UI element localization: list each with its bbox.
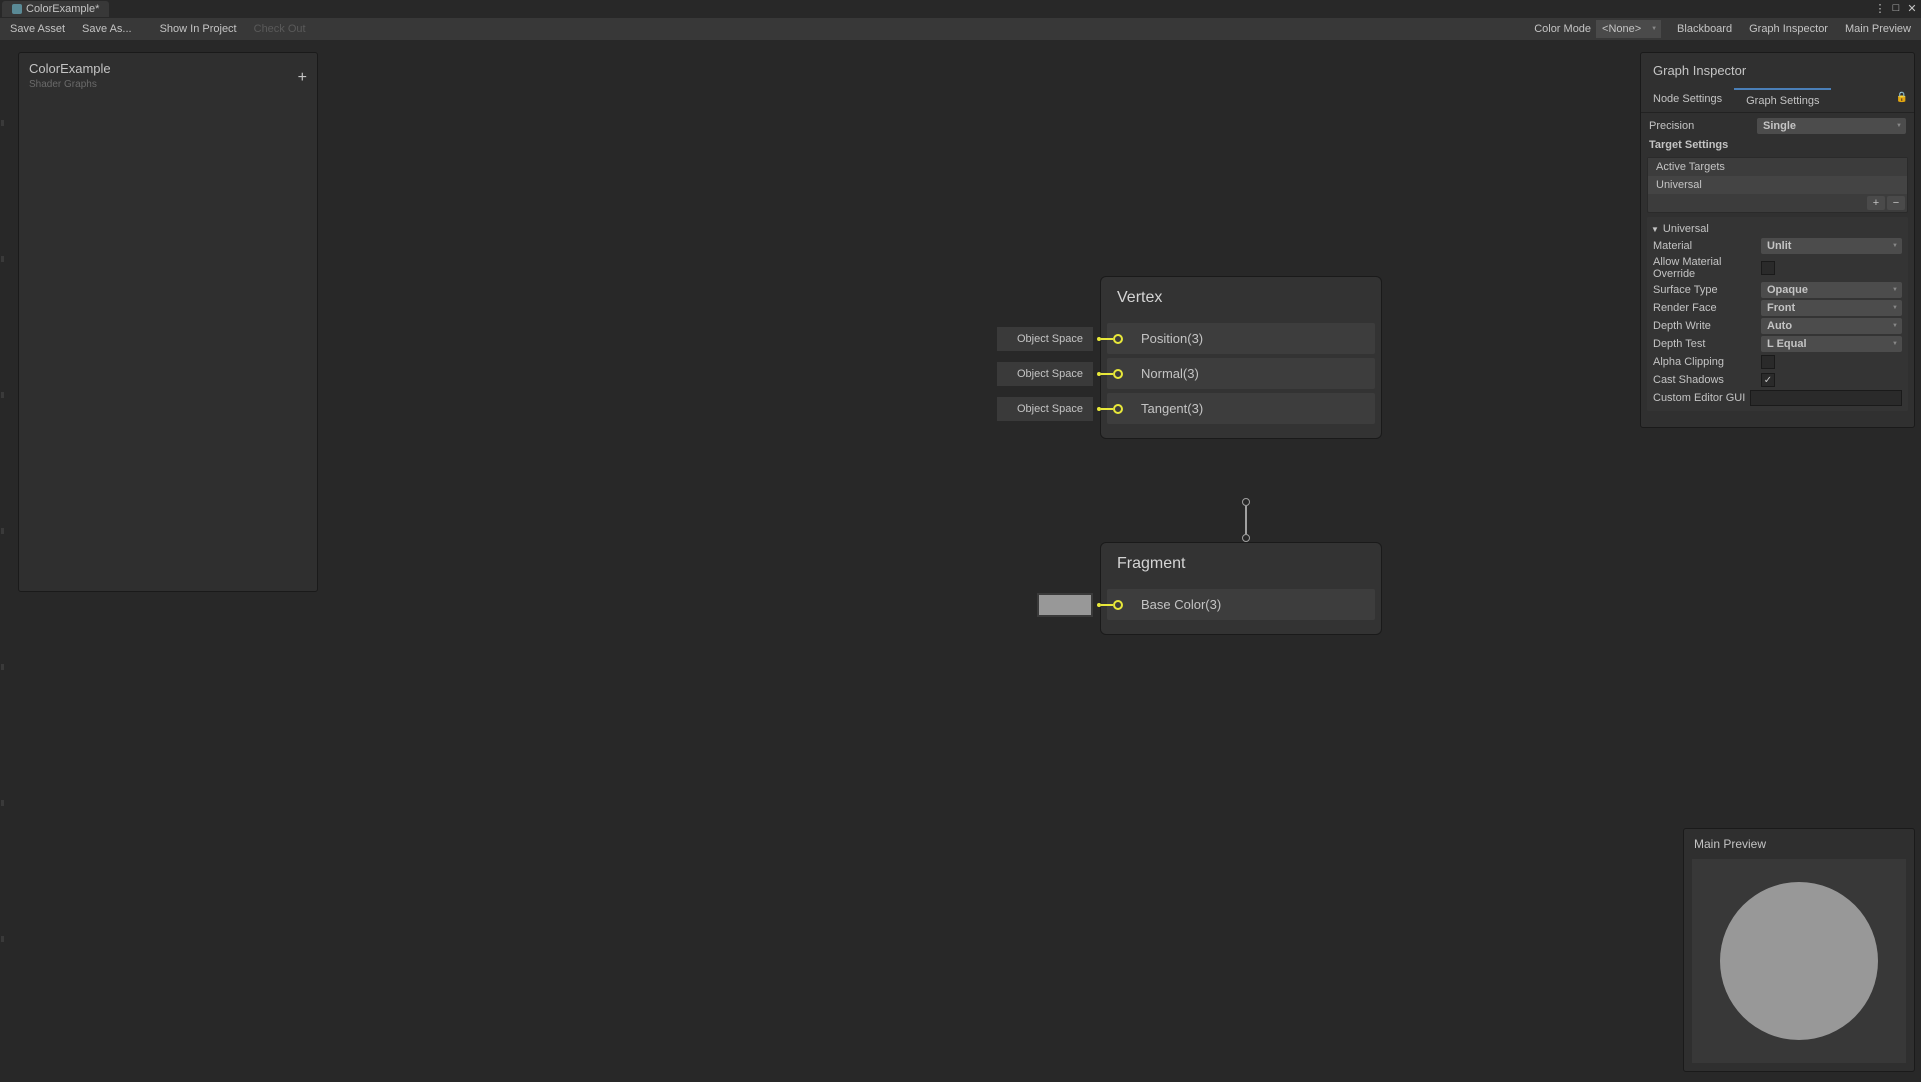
render-face-dropdown[interactable]: Front (1761, 300, 1902, 316)
color-swatch-input[interactable] (1037, 593, 1093, 617)
active-targets-label: Active Targets (1648, 158, 1907, 176)
preview-title: Main Preview (1684, 829, 1914, 859)
precision-label: Precision (1649, 120, 1757, 132)
port-line-icon (1101, 604, 1113, 606)
graph-inspector-panel[interactable]: Graph Inspector Node Settings Graph Sett… (1640, 52, 1915, 428)
node-title: Vertex (1101, 277, 1381, 319)
tab-bar: ColorExample* ⋮ □ ✕ (0, 0, 1921, 18)
connector-circle-icon (1242, 498, 1250, 506)
render-face-label: Render Face (1653, 302, 1761, 314)
universal-foldout: ▼ Universal Material Unlit Allow Materia… (1647, 217, 1908, 411)
port-circle-icon[interactable] (1113, 369, 1123, 379)
precision-dropdown[interactable]: Single (1757, 118, 1906, 134)
material-label: Material (1653, 240, 1761, 252)
alpha-clipping-checkbox[interactable] (1761, 355, 1775, 369)
depth-write-dropdown[interactable]: Auto (1761, 318, 1902, 334)
depth-test-label: Depth Test (1653, 338, 1761, 350)
port-line-icon (1101, 408, 1113, 410)
toolbar: Save Asset Save As... Show In Project Ch… (0, 18, 1921, 40)
close-icon[interactable]: ✕ (1905, 2, 1919, 14)
color-mode-dropdown[interactable]: <None> (1596, 20, 1661, 38)
blackboard-panel[interactable]: ColorExample Shader Graphs + (18, 52, 318, 592)
allow-override-checkbox[interactable] (1761, 261, 1775, 275)
connector-line-icon (1245, 506, 1247, 534)
port-input-label: Object Space (997, 327, 1093, 351)
universal-foldout-header[interactable]: ▼ Universal (1651, 221, 1904, 237)
depth-test-dropdown[interactable]: L Equal (1761, 336, 1902, 352)
save-asset-button[interactable]: Save Asset (2, 19, 73, 39)
main-preview-toggle[interactable]: Main Preview (1837, 19, 1919, 39)
port-label: Position(3) (1141, 331, 1203, 346)
port-label: Tangent(3) (1141, 401, 1203, 416)
fragment-node[interactable]: Fragment Base Color(3) (1100, 542, 1382, 635)
material-dropdown[interactable]: Unlit (1761, 238, 1902, 254)
graph-inspector-toggle[interactable]: Graph Inspector (1741, 19, 1836, 39)
lock-icon[interactable]: 🔒 (1896, 92, 1908, 103)
tab-colorexample[interactable]: ColorExample* (2, 1, 109, 17)
show-in-project-button[interactable]: Show In Project (152, 19, 245, 39)
node-title: Fragment (1101, 543, 1381, 585)
tab-graph-settings[interactable]: Graph Settings (1734, 88, 1831, 112)
cast-shadows-checkbox[interactable] (1761, 373, 1775, 387)
color-swatch (1039, 595, 1091, 615)
add-target-button[interactable]: + (1867, 196, 1885, 210)
port-input-label: Object Space (997, 397, 1093, 421)
edge-marks (1, 120, 4, 942)
connector-circle-icon (1242, 534, 1250, 542)
inspector-tabs: Node Settings Graph Settings 🔒 (1641, 88, 1914, 113)
port-label: Normal(3) (1141, 366, 1199, 381)
cast-shadows-label: Cast Shadows (1653, 374, 1761, 386)
port-label: Base Color(3) (1141, 597, 1221, 612)
color-mode-label: Color Mode (1530, 21, 1595, 37)
active-targets-list: Active Targets Universal + − (1647, 157, 1908, 213)
port-input-label: Object Space (997, 362, 1093, 386)
vertex-position-port[interactable]: Object Space Position(3) (1107, 323, 1375, 354)
port-line-icon (1101, 338, 1113, 340)
port-circle-icon[interactable] (1113, 334, 1123, 344)
preview-viewport[interactable] (1692, 859, 1906, 1063)
universal-header-label: Universal (1663, 223, 1709, 235)
inspector-title: Graph Inspector (1641, 53, 1914, 88)
vertex-tangent-port[interactable]: Object Space Tangent(3) (1107, 393, 1375, 424)
port-circle-icon[interactable] (1113, 600, 1123, 610)
blackboard-title: ColorExample (29, 61, 111, 76)
port-line-icon (1101, 373, 1113, 375)
maximize-icon[interactable]: □ (1889, 2, 1903, 14)
custom-editor-gui-label: Custom Editor GUI (1653, 392, 1750, 404)
remove-target-button[interactable]: − (1887, 196, 1905, 210)
depth-write-label: Depth Write (1653, 320, 1761, 332)
tab-title: ColorExample* (26, 3, 99, 15)
alpha-clipping-label: Alpha Clipping (1653, 356, 1761, 368)
blackboard-subtitle: Shader Graphs (29, 79, 111, 90)
check-out-button[interactable]: Check Out (246, 19, 314, 39)
shader-icon (12, 4, 22, 14)
blackboard-toggle[interactable]: Blackboard (1669, 19, 1740, 39)
preview-sphere (1720, 882, 1878, 1040)
allow-override-label: Allow Material Override (1653, 256, 1761, 280)
foldout-arrow-icon: ▼ (1651, 225, 1659, 234)
fragment-basecolor-port[interactable]: Base Color(3) (1107, 589, 1375, 620)
surface-type-dropdown[interactable]: Opaque (1761, 282, 1902, 298)
vertex-node[interactable]: Vertex Object Space Position(3) Object S… (1100, 276, 1382, 439)
vertical-more-icon[interactable]: ⋮ (1873, 2, 1887, 14)
save-as-button[interactable]: Save As... (74, 19, 140, 39)
vertex-normal-port[interactable]: Object Space Normal(3) (1107, 358, 1375, 389)
node-connector (1242, 498, 1250, 542)
tab-node-settings[interactable]: Node Settings (1641, 88, 1734, 112)
target-item-universal[interactable]: Universal (1648, 176, 1907, 194)
main-preview-panel[interactable]: Main Preview (1683, 828, 1915, 1072)
target-settings-header: Target Settings (1647, 135, 1908, 155)
add-property-button[interactable]: + (298, 69, 307, 87)
port-circle-icon[interactable] (1113, 404, 1123, 414)
custom-editor-gui-input[interactable] (1750, 390, 1902, 406)
surface-type-label: Surface Type (1653, 284, 1761, 296)
